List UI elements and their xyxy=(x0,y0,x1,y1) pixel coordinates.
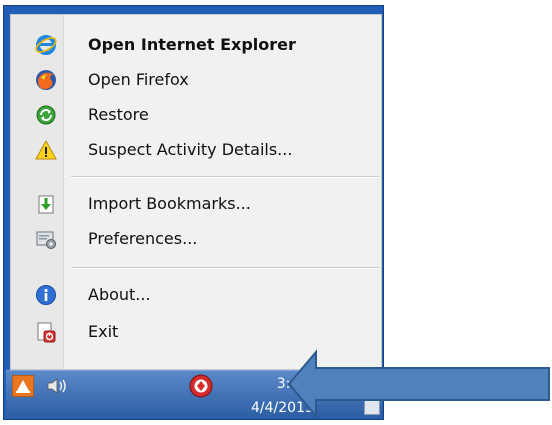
annotation-arrow xyxy=(287,349,550,419)
